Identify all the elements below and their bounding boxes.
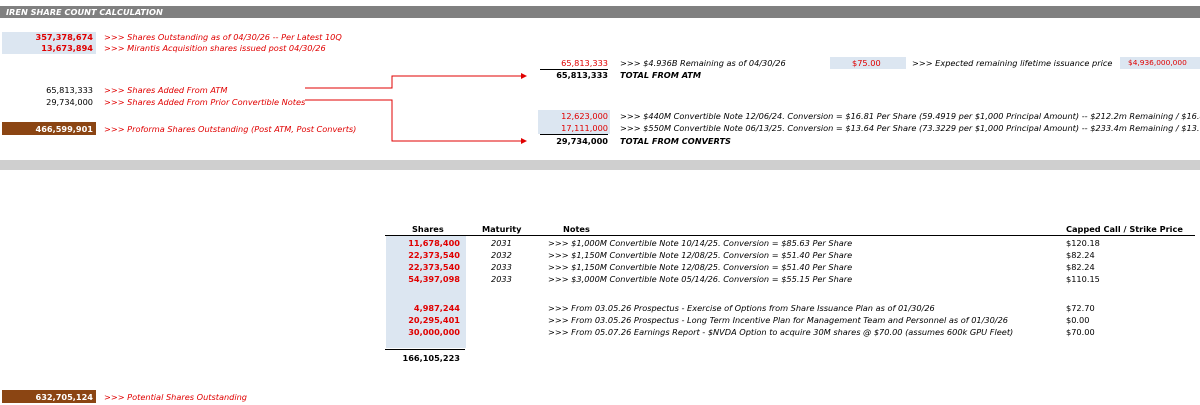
converts-added-value[interactable]: 29,734,000	[2, 96, 93, 108]
header-notes: Notes	[563, 224, 590, 234]
table-row-price[interactable]: $70.00	[1066, 326, 1095, 338]
table-row-shares[interactable]: 11,678,400	[386, 237, 460, 249]
converts-total-label: TOTAL FROM CONVERTS	[620, 136, 731, 146]
atm-total-label: TOTAL FROM ATM	[620, 70, 702, 80]
atm-remaining-value[interactable]: 65,813,333	[540, 57, 608, 69]
atm-remaining-note: >>> $4.936B Remaining as of 04/30/26	[620, 58, 786, 68]
table-row-price[interactable]: $110.15	[1066, 273, 1100, 285]
table-row-notes: >>> $1,150M Convertible Note 12/08/25. C…	[548, 262, 853, 272]
table-row-maturity: 2031	[491, 238, 512, 248]
table-row-shares[interactable]: 4,987,244	[386, 302, 460, 314]
atm-price-note: >>> Expected remaining lifetime issuance…	[912, 58, 1113, 68]
table-row-notes: >>> $1,000M Convertible Note 10/14/25. C…	[548, 238, 853, 248]
header-maturity: Maturity	[482, 224, 522, 234]
table-row-notes: >>> $3,000M Convertible Note 05/14/26. C…	[548, 274, 853, 284]
table-row-maturity: 2033	[491, 262, 512, 272]
atm-total-value[interactable]: 65,813,333	[540, 69, 608, 81]
potential-note: >>> Potential Shares Outstanding	[104, 392, 248, 402]
table-row-shares[interactable]: 22,373,540	[386, 249, 460, 261]
sheet-title: IREN SHARE COUNT CALCULATION	[6, 7, 163, 17]
convert-row-2-note: >>> $550M Convertible Note 06/13/25. Con…	[620, 123, 1200, 133]
atm-added-value[interactable]: 65,813,333	[2, 84, 93, 96]
table-row-price[interactable]: $120.18	[1066, 237, 1100, 249]
proforma-value[interactable]: 466,599,901	[2, 123, 94, 135]
table-row-price[interactable]: $82.24	[1066, 249, 1095, 261]
sheet-title-bar: IREN SHARE COUNT CALCULATION	[0, 6, 1200, 18]
header-shares: Shares	[412, 224, 444, 234]
atm-added-note: >>> Shares Added From ATM	[104, 85, 228, 95]
header-underline	[385, 235, 1195, 236]
converts-added-note: >>> Shares Added From Prior Convertible …	[104, 97, 306, 107]
table-row-price[interactable]: $0.00	[1066, 314, 1089, 326]
table-row-shares[interactable]: 30,000,000	[386, 326, 460, 338]
table-row-maturity: 2033	[491, 274, 512, 284]
table-row-notes: >>> From 03.05.26 Prospectus - Long Term…	[548, 315, 1008, 325]
convert-row-1-note: >>> $440M Convertible Note 12/06/24. Con…	[620, 111, 1200, 121]
table-row-price[interactable]: $82.24	[1066, 261, 1095, 273]
atm-amount[interactable]: $4,936,000,000	[1128, 57, 1187, 69]
table-row-notes: >>> $1,150M Convertible Note 12/08/25. C…	[548, 250, 853, 260]
table-row-shares[interactable]: 54,397,098	[386, 273, 460, 285]
table-row-maturity: 2032	[491, 250, 512, 260]
mirantis-value[interactable]: 13,673,894	[2, 42, 93, 54]
converts-total-value[interactable]: 29,734,000	[540, 135, 608, 147]
table-total-underline	[385, 349, 465, 350]
table-total-value[interactable]: 166,105,223	[386, 352, 461, 364]
proforma-note: >>> Proforma Shares Outstanding (Post AT…	[104, 124, 357, 134]
table-row-shares[interactable]: 22,373,540	[386, 261, 460, 273]
atm-arrow	[305, 73, 527, 89]
table-row-shares[interactable]: 20,295,401	[386, 314, 460, 326]
potential-value[interactable]: 632,705,124	[2, 391, 94, 403]
table-row-notes: >>> From 03.05.26 Prospectus - Exercise …	[548, 303, 935, 313]
table-row-notes: >>> From 05.07.26 Earnings Report - $NVD…	[548, 327, 1014, 337]
mirantis-note: >>> Mirantis Acquisition shares issued p…	[104, 43, 326, 53]
convert-row-2-value[interactable]: 17,111,000	[540, 122, 608, 134]
table-row-price[interactable]: $72.70	[1066, 302, 1095, 314]
header-capped-call: Capped Call / Strike Price	[1066, 224, 1183, 234]
section-divider	[0, 160, 1200, 170]
convert-row-1-value[interactable]: 12,623,000	[540, 110, 608, 122]
atm-price[interactable]: $75.00	[852, 57, 881, 69]
